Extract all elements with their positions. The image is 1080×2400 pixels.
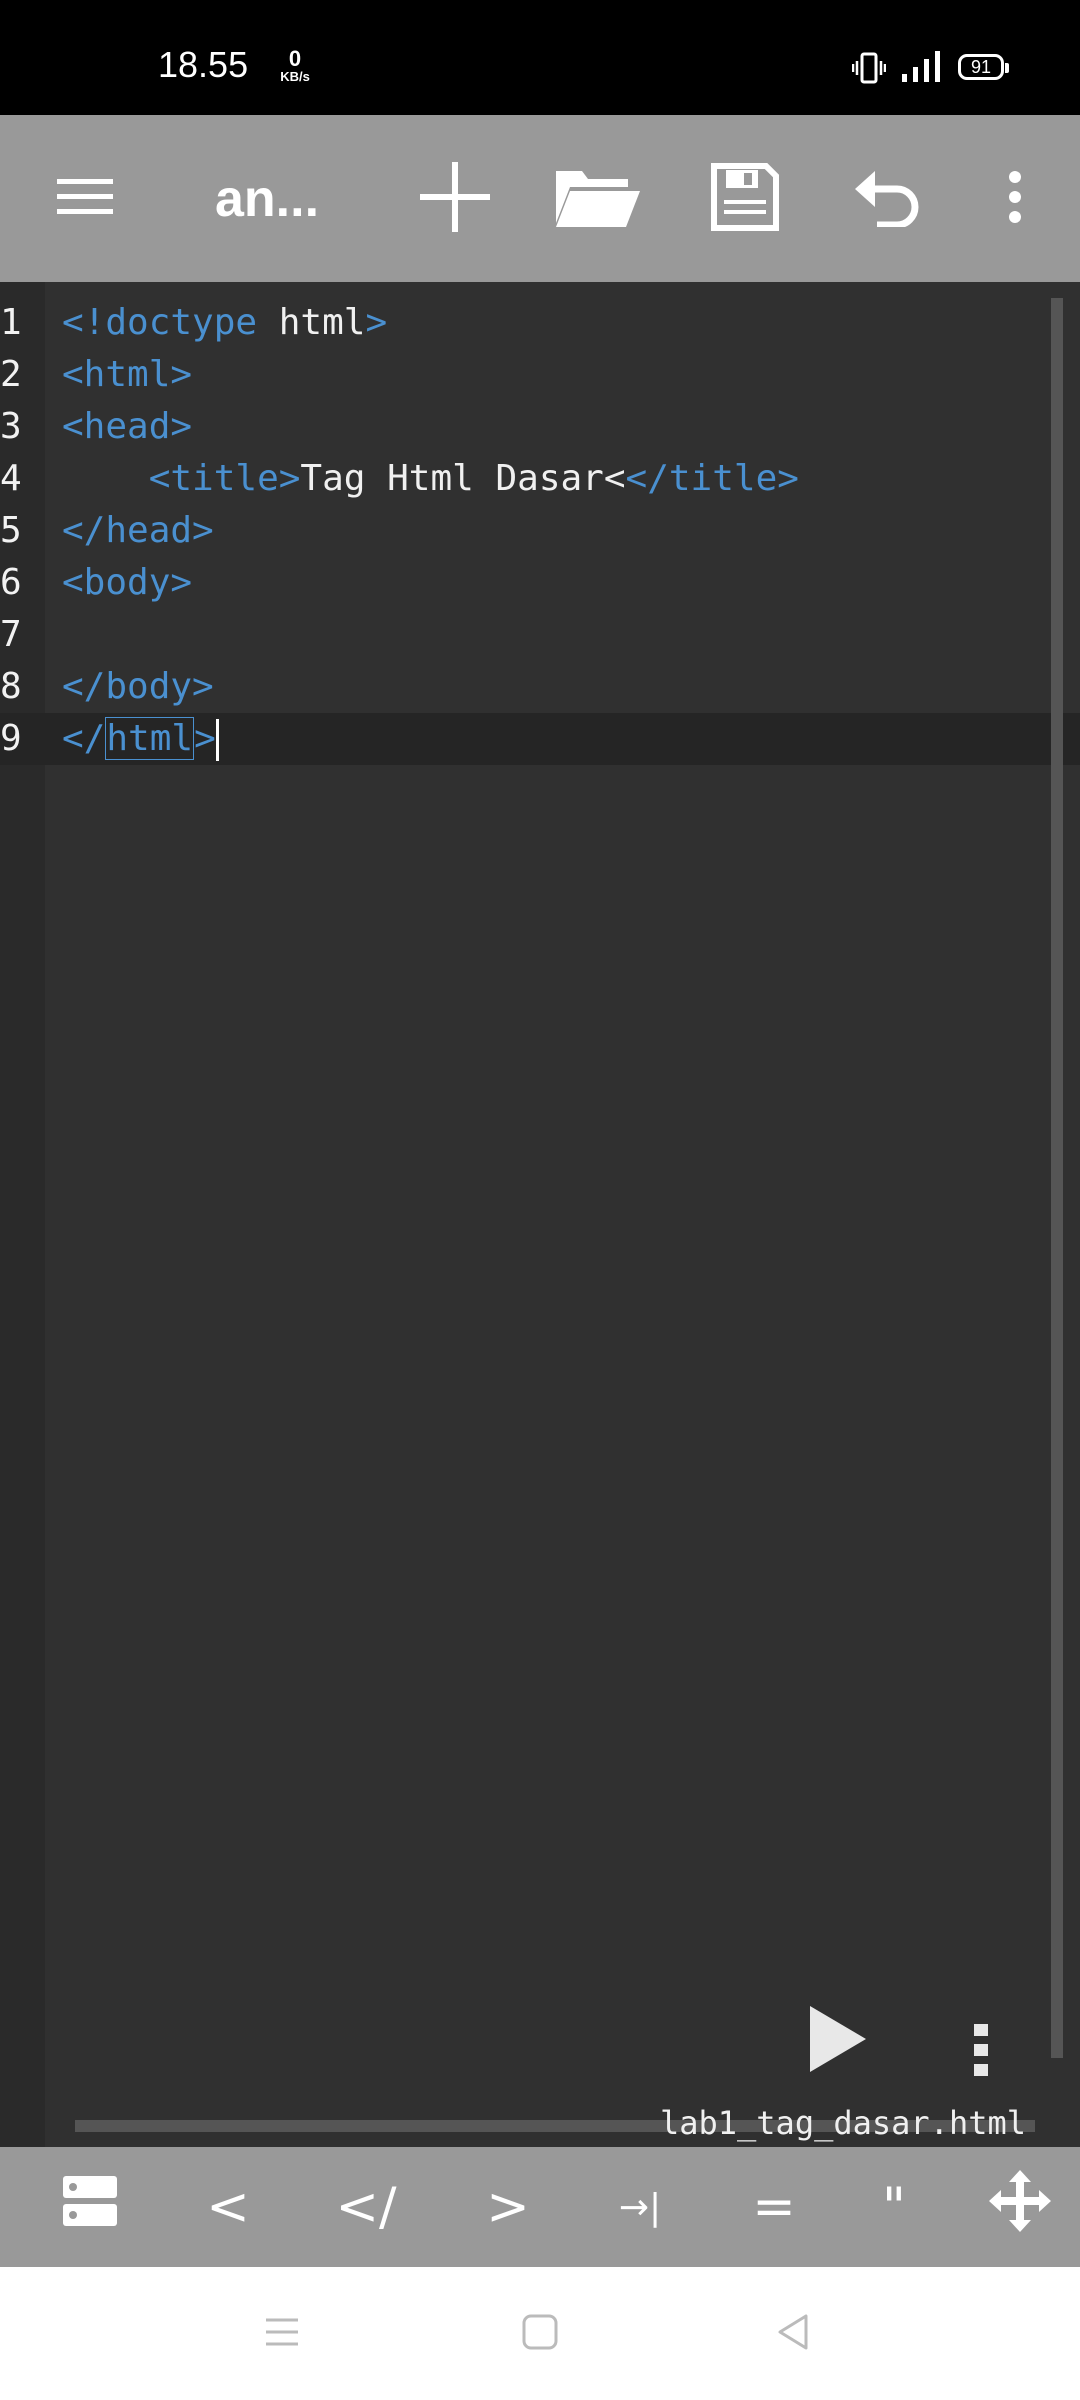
code-line[interactable]: 1 <!doctype html>	[0, 297, 1080, 349]
vertical-scrollbar[interactable]	[1051, 298, 1063, 2058]
code-line[interactable]: 5 </head>	[0, 505, 1080, 557]
code-tag-token: <title>	[148, 458, 301, 499]
text-caret	[215, 719, 219, 761]
undo-icon	[853, 167, 923, 231]
key-close-tag[interactable]: </	[316, 2147, 416, 2267]
menu-button[interactable]	[40, 115, 130, 282]
run-button[interactable]	[800, 2002, 870, 2080]
code-line[interactable]: 4 <title>Tag Html Dasar<</title>	[0, 453, 1080, 505]
battery-level: 91	[970, 57, 992, 77]
toggle-panel-key[interactable]	[40, 2147, 140, 2267]
line-number: 6	[0, 562, 22, 603]
code-tag-token: </body>	[62, 666, 214, 707]
open-folder-button[interactable]	[550, 115, 646, 282]
new-file-button[interactable]	[410, 115, 500, 282]
back-icon[interactable]	[774, 2312, 814, 2356]
code-line[interactable]: 3 <head>	[0, 401, 1080, 453]
file-title[interactable]: an...	[215, 169, 319, 229]
more-vert-icon	[972, 2024, 990, 2084]
key-gt[interactable]: >	[458, 2147, 558, 2267]
code-tag-token: </	[62, 718, 106, 759]
filename-label: lab1_tag_dasar.html	[659, 2104, 1026, 2142]
network-speed-unit: KB/s	[280, 69, 310, 84]
network-speed-value: 0	[288, 46, 302, 71]
signal-icon	[900, 50, 944, 88]
code-text[interactable]: <title>Tag Html Dasar<</title>	[62, 453, 799, 505]
status-time: 18.55	[158, 44, 249, 85]
code-line[interactable]: 9 </html>	[0, 713, 1080, 765]
home-icon[interactable]	[520, 2312, 560, 2356]
vibrate-icon	[851, 52, 887, 88]
line-number: 9	[0, 718, 22, 759]
move-key[interactable]	[975, 2147, 1065, 2267]
code-tag-token: <!doctype	[62, 302, 258, 343]
code-tag-token: </title>	[625, 458, 799, 499]
line-number: 2	[0, 354, 22, 395]
code-tag-token: html	[105, 717, 195, 760]
top-toolbar: an...	[0, 115, 1080, 282]
code-line[interactable]: 8 </body>	[0, 661, 1080, 713]
more-options-button[interactable]	[990, 115, 1040, 282]
key-quote[interactable]: "	[844, 2147, 944, 2267]
code-text-token: Tag Html Dasar<	[300, 458, 626, 499]
code-text[interactable]: <body>	[62, 557, 192, 609]
code-text[interactable]: <!doctype html>	[62, 297, 387, 349]
editor-more-button[interactable]	[972, 2022, 990, 2084]
move-icon	[987, 2168, 1053, 2247]
code-tag-token: </head>	[62, 510, 214, 551]
folder-icon	[554, 165, 642, 233]
symbol-keybar: < </ > →| = "	[0, 2147, 1080, 2267]
code-text[interactable]: <html>	[62, 349, 192, 401]
play-icon	[800, 2006, 870, 2080]
code-tag-token: <head>	[62, 406, 193, 447]
menu-icon	[55, 175, 115, 223]
line-number: 7	[0, 614, 22, 655]
code-text[interactable]: </html>	[62, 713, 219, 765]
code-editor[interactable]: 1 <!doctype html> 2 <html> 3 <head> 4 <title>T…	[0, 282, 1080, 2147]
line-number: 5	[0, 510, 22, 551]
code-line[interactable]: 6 <body>	[0, 557, 1080, 609]
line-number: 1	[0, 302, 22, 343]
undo-button[interactable]	[843, 115, 933, 282]
add-icon	[418, 160, 492, 238]
code-text[interactable]: <head>	[62, 401, 192, 453]
battery-icon: 91	[958, 54, 1009, 80]
line-number: 4	[0, 458, 22, 499]
save-button[interactable]	[700, 115, 790, 282]
system-nav-bar	[0, 2267, 1080, 2400]
storage-icon	[62, 2174, 118, 2241]
more-vert-icon	[1008, 170, 1022, 228]
line-number: 3	[0, 406, 22, 447]
code-tag-token: <html>	[62, 354, 193, 395]
code-tag-token: >	[365, 302, 388, 343]
code-line[interactable]: 7	[0, 609, 1080, 661]
line-number: 8	[0, 666, 22, 707]
code-text-token: html	[257, 302, 366, 343]
code-text[interactable]: </body>	[62, 661, 214, 713]
key-equals[interactable]: =	[724, 2147, 824, 2267]
code-line[interactable]: 2 <html>	[0, 349, 1080, 401]
network-speed: 0 KB/s	[272, 46, 318, 84]
save-icon	[710, 162, 780, 236]
code-tag-token: >	[194, 718, 216, 759]
key-lt[interactable]: <	[178, 2147, 278, 2267]
code-tag-token: <body>	[62, 562, 193, 603]
code-text[interactable]: </head>	[62, 505, 214, 557]
status-bar: 18.55 0 KB/s 91	[0, 0, 1080, 115]
recent-apps-icon[interactable]	[262, 2312, 302, 2356]
key-tab[interactable]: →|	[590, 2147, 690, 2267]
